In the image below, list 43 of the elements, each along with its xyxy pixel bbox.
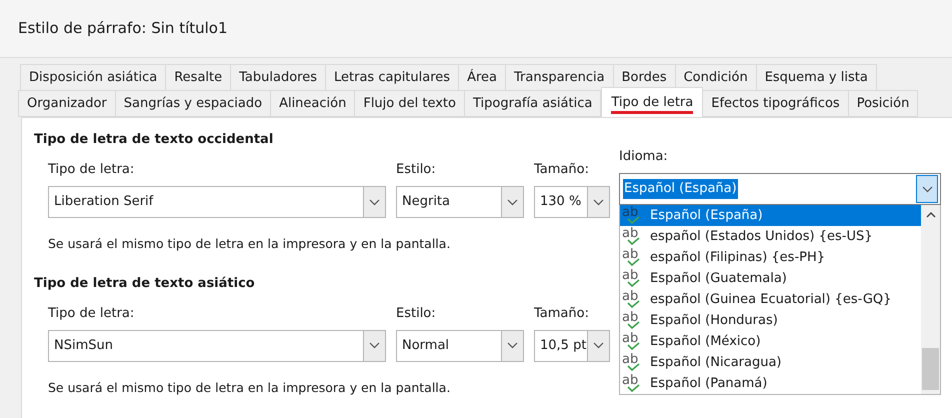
language-option[interactable]: ab español (Guinea Ecuatorial) {es-GQ}	[620, 289, 921, 310]
caret-icon[interactable]	[501, 187, 523, 217]
language-option[interactable]: ab español (Estados Unidos) {es-US}	[620, 226, 921, 247]
caret-icon[interactable]	[916, 175, 938, 203]
tab[interactable]: Organizador	[18, 90, 116, 117]
info-text: Se usará el mismo tipo de letra en la impresora y en la pantalla.	[48, 378, 450, 397]
tab[interactable]: Disposición asiática	[20, 64, 166, 91]
field-label: Tipo de letra:	[48, 304, 136, 322]
language-option[interactable]: ab Español (Honduras)	[620, 310, 921, 331]
section-heading: Tipo de letra de texto occidental	[34, 131, 274, 148]
caret-icon[interactable]	[501, 330, 523, 361]
scrollbar[interactable]	[921, 205, 940, 394]
language-option[interactable]: ab Español (Nicaragua)	[620, 352, 921, 373]
section-heading: Tipo de letra de texto asiático	[34, 274, 255, 292]
language-option[interactable]: ab Español (México)	[620, 331, 921, 352]
language-option[interactable]: ab Español (Guatemala)	[620, 268, 921, 289]
font-dropdown[interactable]: Liberation Serif	[48, 186, 386, 218]
font-dropdown[interactable]: NSimSun	[48, 330, 386, 362]
field-label: Tipo de letra:	[48, 161, 136, 178]
field-label: Tamaño:	[534, 304, 590, 322]
window-title: Estilo de párrafo: Sin título1	[18, 18, 228, 40]
language-option[interactable]: ab Español (España)	[620, 205, 921, 226]
language-dropdown[interactable]: Español (España)	[619, 173, 941, 205]
caret-icon[interactable]	[587, 330, 609, 361]
tab[interactable]: Tipo de letra	[601, 87, 704, 117]
style-dropdown[interactable]: Negrita	[396, 186, 524, 218]
tab[interactable]: Tipografía asiática	[464, 90, 602, 117]
language-option[interactable]: ab español (Filipinas) {es-PH}	[620, 247, 921, 268]
language-option[interactable]: ab Español (Panamá)	[620, 373, 921, 394]
size-dropdown[interactable]: 10,5 pt	[534, 330, 610, 362]
tab[interactable]: Posición	[848, 90, 918, 117]
size-dropdown[interactable]: 130 %	[534, 186, 610, 218]
field-label: Idioma:	[619, 148, 669, 165]
field-label: Estilo:	[396, 304, 437, 322]
caret-icon[interactable]	[363, 187, 385, 217]
caret-icon[interactable]	[363, 330, 385, 361]
tab[interactable]: Esquema y lista	[756, 64, 877, 91]
style-dropdown[interactable]: Normal	[396, 330, 524, 362]
info-text: Se usará el mismo tipo de letra en la impresora y en la pantalla.	[48, 235, 450, 253]
field-label: Estilo:	[396, 161, 437, 178]
caret-icon[interactable]	[587, 187, 609, 217]
field-label: Tamaño:	[534, 161, 590, 178]
scroll-thumb[interactable]	[922, 348, 939, 390]
